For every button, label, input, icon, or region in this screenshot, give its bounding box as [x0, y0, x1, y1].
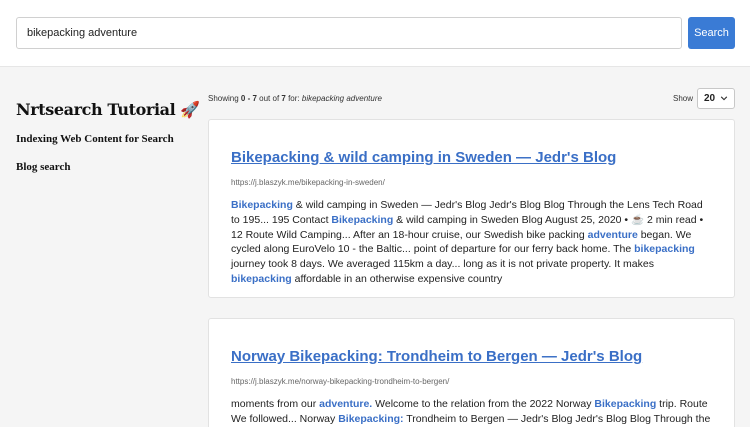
- sidebar-link-blog-search[interactable]: Blog search: [16, 161, 196, 173]
- result-url: https://j.blaszyk.me/bikepacking-in-swed…: [231, 178, 385, 187]
- snippet-text: affordable in an otherwise expensive cou…: [291, 272, 503, 285]
- sidebar: Nrtsearch Tutorial 🚀 Indexing Web Conten…: [16, 100, 200, 189]
- result-snippet: Bikepacking & wild camping in Sweden — J…: [231, 198, 712, 287]
- result-card: Bikepacking & wild camping in Sweden — J…: [208, 119, 735, 298]
- snippet-highlight: Bikepacking: [594, 398, 657, 410]
- sidebar-link-indexing[interactable]: Indexing Web Content for Search: [16, 133, 196, 145]
- snippet-highlight: Bikepacking: [331, 213, 394, 226]
- search-input[interactable]: [16, 17, 682, 49]
- snippet-text: Welcome to the relation from the 2022 No…: [372, 398, 595, 410]
- result-url: https://j.blaszyk.me/norway-bikepacking-…: [231, 377, 450, 386]
- results-query: bikepacking adventure: [301, 94, 382, 103]
- result-title-link[interactable]: Bikepacking & wild camping in Sweden — J…: [231, 149, 712, 166]
- search-button[interactable]: Search: [688, 17, 735, 49]
- result-card: Norway Bikepacking: Trondheim to Bergen …: [208, 318, 735, 427]
- page-size-select[interactable]: 20: [697, 88, 735, 109]
- result-title-link[interactable]: Norway Bikepacking: Trondheim to Bergen …: [231, 348, 712, 365]
- snippet-highlight: Bikepacking: [231, 199, 293, 211]
- search-bar: Search: [0, 0, 750, 67]
- snippet-text: journey took 8 days. We averaged 115km a…: [231, 258, 654, 271]
- page-size-value: 20: [704, 93, 716, 104]
- results-summary: Showing 0 - 7 out of 7 for: bikepacking …: [208, 94, 382, 103]
- chevron-down-icon: [720, 96, 728, 101]
- site-title[interactable]: Nrtsearch Tutorial 🚀: [16, 100, 200, 119]
- snippet-highlight: Bikepacking:: [338, 412, 404, 425]
- page-size-label: Show: [673, 94, 694, 103]
- snippet-highlight: bikepacking: [634, 243, 695, 256]
- snippet-highlight: bikepacking: [231, 272, 292, 285]
- snippet-highlight: adventure: [587, 228, 638, 241]
- results-range: 0 - 7: [240, 94, 257, 103]
- snippet-highlight: adventure.: [319, 398, 373, 410]
- result-snippet: moments from our adventure. Welcome to t…: [231, 397, 712, 427]
- snippet-text: moments from our: [231, 398, 320, 410]
